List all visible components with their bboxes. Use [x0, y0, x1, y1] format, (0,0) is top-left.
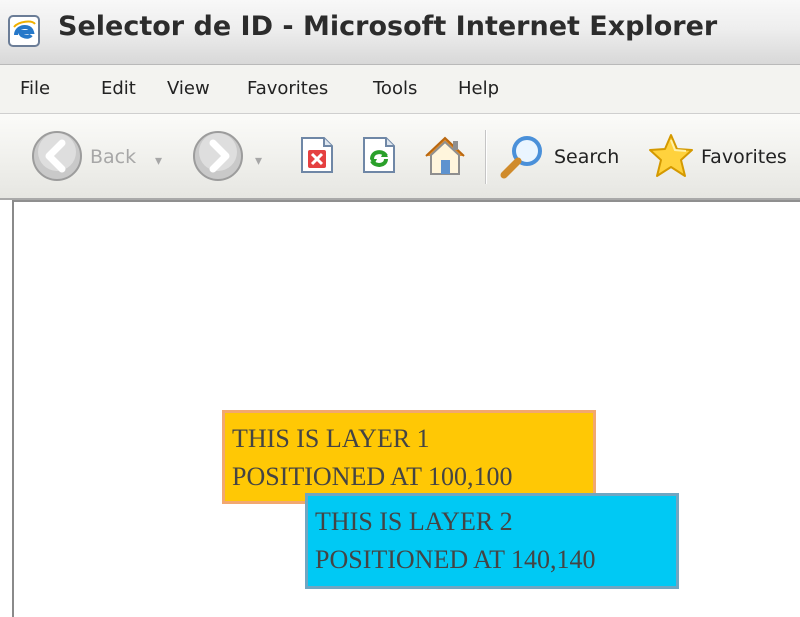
menu-bar: File Edit View Favorites Tools Help [0, 65, 800, 114]
page-content: THIS IS LAYER 1 POSITIONED AT 100,100 TH… [0, 200, 800, 617]
star-icon [649, 134, 693, 177]
menu-edit[interactable]: Edit [101, 78, 136, 99]
layer-2-box: THIS IS LAYER 2 POSITIONED AT 140,140 [305, 493, 679, 589]
browser-window: Selector de ID - Microsoft Internet Expl… [0, 0, 800, 617]
forward-button[interactable]: ▾ [191, 126, 277, 186]
stop-icon [301, 137, 333, 173]
search-icon [500, 136, 542, 179]
layer-2-line-2: POSITIONED AT 140,140 [315, 545, 596, 574]
stop-button[interactable] [295, 126, 343, 186]
content-left-border [0, 200, 14, 617]
refresh-button[interactable] [357, 126, 405, 186]
back-dropdown-icon[interactable]: ▾ [155, 153, 162, 169]
menu-tools[interactable]: Tools [373, 78, 417, 99]
back-arrow-icon [32, 131, 82, 181]
back-label: Back [90, 146, 137, 168]
home-button[interactable] [419, 126, 473, 186]
ie-page-icon [8, 15, 40, 47]
forward-arrow-icon [193, 131, 243, 181]
forward-dropdown-icon[interactable]: ▾ [255, 153, 262, 169]
search-button[interactable]: Search [496, 126, 631, 186]
layer-1-box: THIS IS LAYER 1 POSITIONED AT 100,100 [222, 410, 596, 504]
layer-1-line-1: THIS IS LAYER 1 [232, 424, 430, 453]
favorites-button[interactable]: Favorites [646, 126, 798, 186]
layer-1-line-2: POSITIONED AT 100,100 [232, 462, 513, 491]
menu-help[interactable]: Help [458, 78, 499, 99]
home-icon [425, 136, 465, 175]
back-button[interactable]: Back ▾ [30, 126, 172, 186]
menu-file[interactable]: File [20, 78, 50, 99]
toolbar: Back ▾ ▾ Search Favorites [0, 114, 800, 200]
refresh-icon [363, 137, 395, 173]
window-title: Selector de ID - Microsoft Internet Expl… [58, 11, 718, 42]
search-label: Search [554, 146, 620, 168]
layer-2-line-1: THIS IS LAYER 2 [315, 507, 513, 536]
content-top-border [0, 200, 800, 202]
favorites-label: Favorites [701, 146, 787, 168]
toolbar-separator [485, 130, 486, 184]
menu-favorites[interactable]: Favorites [247, 78, 328, 99]
title-bar: Selector de ID - Microsoft Internet Expl… [0, 0, 800, 65]
menu-view[interactable]: View [167, 78, 210, 99]
